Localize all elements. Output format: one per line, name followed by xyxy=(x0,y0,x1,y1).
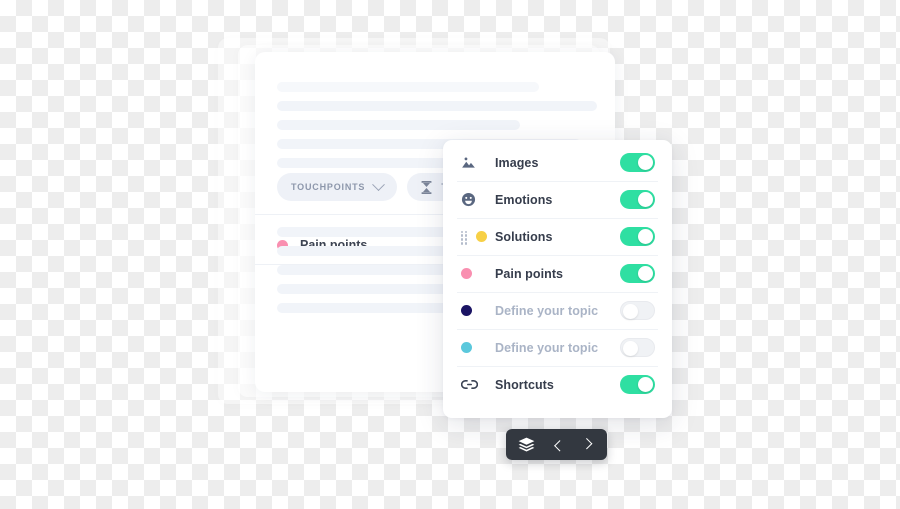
row-lead xyxy=(461,155,495,170)
toggle-define-topic-cyan[interactable] xyxy=(620,338,655,357)
setting-row-images[interactable]: Images xyxy=(443,144,672,181)
toggle-images[interactable] xyxy=(620,153,655,172)
toggle-emotions[interactable] xyxy=(620,190,655,209)
row-lead xyxy=(461,192,495,207)
row-lead xyxy=(461,268,495,279)
toggle-solutions[interactable] xyxy=(620,227,655,246)
chevron-right-icon[interactable] xyxy=(573,429,600,460)
setting-label: Shortcuts xyxy=(495,377,554,392)
smiley-icon xyxy=(461,192,476,207)
setting-row-define-topic-navy[interactable]: Define your topic xyxy=(443,292,672,329)
image-icon xyxy=(461,155,476,170)
row-lead xyxy=(461,305,495,316)
setting-label: Images xyxy=(495,155,539,170)
row-lead xyxy=(461,379,495,390)
color-dot-navy xyxy=(461,305,472,316)
row-lead xyxy=(461,230,495,245)
color-dot-yellow xyxy=(476,231,487,242)
setting-row-shortcuts[interactable]: Shortcuts xyxy=(443,366,672,403)
setting-label: Define your topic xyxy=(495,303,599,318)
setting-row-pain-points[interactable]: Pain points xyxy=(443,255,672,292)
setting-row-emotions[interactable]: Emotions xyxy=(443,181,672,218)
color-dot-pink xyxy=(461,268,472,279)
drag-handle-icon[interactable] xyxy=(461,230,469,245)
color-dot-cyan xyxy=(461,342,472,353)
bottom-toolbar xyxy=(506,429,607,460)
canvas: TOUCHPOINTS TI Pain points xyxy=(0,0,900,509)
row-lead xyxy=(461,342,495,353)
setting-label: Pain points xyxy=(495,266,564,281)
setting-row-define-topic-cyan[interactable]: Define your topic xyxy=(443,329,672,366)
toggle-define-topic-navy[interactable] xyxy=(620,301,655,320)
chevron-left-icon[interactable] xyxy=(546,429,573,460)
chevron-down-icon xyxy=(372,177,386,191)
filter-pill-touchpoints[interactable]: TOUCHPOINTS xyxy=(277,173,398,201)
toggle-pain-points[interactable] xyxy=(620,264,655,283)
setting-label: Emotions xyxy=(495,192,553,207)
hourglass-icon xyxy=(421,180,432,194)
toggle-shortcuts[interactable] xyxy=(620,375,655,394)
setting-label: Solutions xyxy=(495,229,553,244)
setting-label: Define your topic xyxy=(495,340,599,355)
filter-pill-touchpoints-label: TOUCHPOINTS xyxy=(291,182,366,192)
filter-pill-row: TOUCHPOINTS TI xyxy=(277,173,465,201)
layer-settings-panel: Images Emotions Solutions Pain points De… xyxy=(443,140,672,418)
setting-row-solutions[interactable]: Solutions xyxy=(443,218,672,255)
link-icon xyxy=(461,379,478,390)
layers-icon[interactable] xyxy=(506,429,546,460)
